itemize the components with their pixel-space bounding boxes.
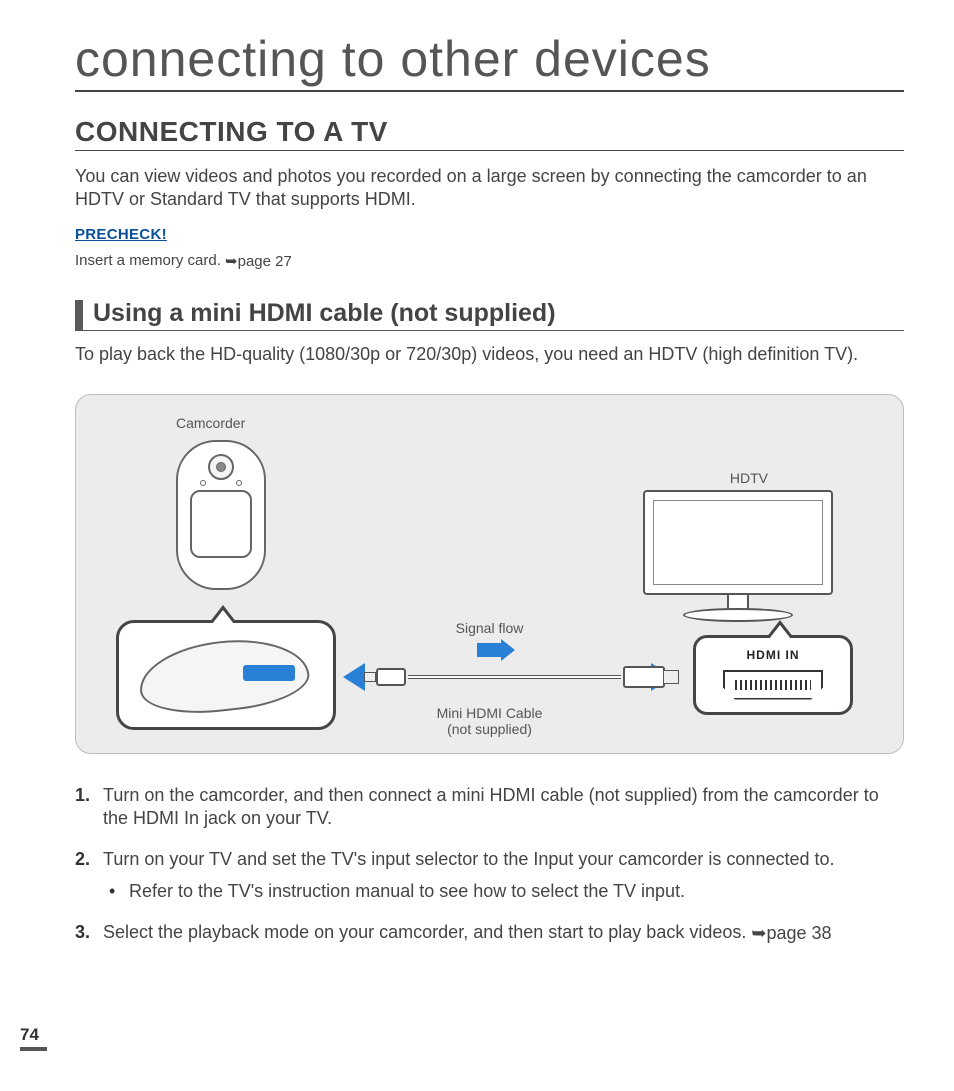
- signal-arrow-icon: [477, 643, 503, 657]
- step-2-bullet-1: Refer to the TV's instruction manual to …: [103, 880, 904, 903]
- step-1-text: Turn on the camcorder, and then connect …: [103, 785, 879, 828]
- arrow-left-icon: [343, 663, 365, 691]
- subsection-heading-row: Using a mini HDMI cable (not supplied): [75, 299, 904, 331]
- step-2-text: Turn on your TV and set the TV's input s…: [103, 849, 835, 869]
- section-title: CONNECTING TO A TV: [75, 116, 904, 151]
- step-2: Turn on your TV and set the TV's input s…: [75, 848, 904, 903]
- page-title: connecting to other devices: [75, 30, 904, 92]
- subsection-text: To play back the HD-quality (1080/30p or…: [75, 343, 904, 366]
- hdmi-in-callout: HDMI IN: [693, 635, 853, 715]
- step-3: Select the playback mode on your camcord…: [75, 921, 904, 944]
- cable-label-2: (not supplied): [447, 721, 532, 737]
- cable-label-1: Mini HDMI Cable: [437, 705, 543, 721]
- subsection-heading: Using a mini HDMI cable (not supplied): [93, 299, 556, 330]
- hdmi-in-label: HDMI IN: [696, 648, 850, 662]
- camcorder-icon: [176, 440, 266, 590]
- step-3-ref: ➥page 38: [751, 922, 831, 945]
- camcorder-port-callout: [116, 620, 336, 730]
- precheck-text: Insert a memory card. ➥page 27: [75, 251, 904, 269]
- precheck-label: PRECHECK!: [75, 226, 904, 243]
- camcorder-label: Camcorder: [176, 415, 245, 431]
- intro-text: You can view videos and photos you recor…: [75, 165, 904, 210]
- steps-list: Turn on the camcorder, and then connect …: [75, 784, 904, 945]
- connection-diagram: Camcorder HDTV Signal flow Mini HDMI Cab…: [75, 394, 904, 754]
- page-number: 74: [20, 1025, 47, 1051]
- precheck-ref: ➥page 27: [225, 252, 292, 270]
- precheck-body: Insert a memory card.: [75, 252, 225, 269]
- hdmi-port-icon: [723, 670, 823, 700]
- hdtv-label: HDTV: [730, 470, 768, 486]
- step-2-bullets: Refer to the TV's instruction manual to …: [103, 880, 904, 903]
- step-1: Turn on the camcorder, and then connect …: [75, 784, 904, 831]
- heading-bar-icon: [75, 300, 83, 330]
- hdmi-cable-icon: [376, 665, 665, 689]
- step-3-text: Select the playback mode on your camcord…: [103, 922, 751, 942]
- hdtv-icon: [643, 490, 833, 630]
- camcorder-hdmi-port-icon: [243, 665, 295, 681]
